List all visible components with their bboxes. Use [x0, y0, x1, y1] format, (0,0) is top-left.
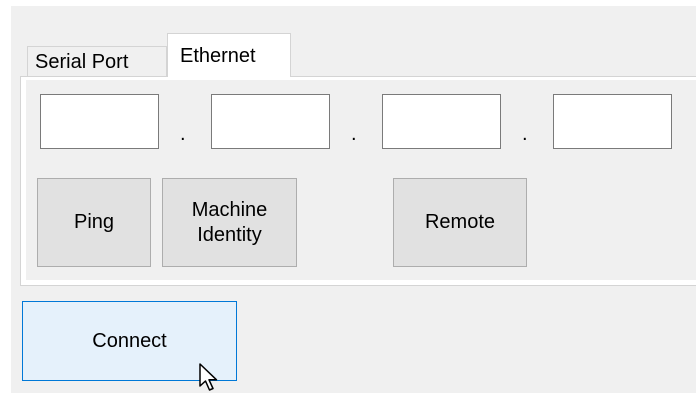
- ip-separator-dot: .: [180, 123, 186, 145]
- tab-ethernet[interactable]: Ethernet: [167, 33, 291, 77]
- remote-button[interactable]: Remote: [393, 178, 527, 267]
- ip-separator-dot: .: [522, 123, 528, 145]
- ip-separator-dot: .: [351, 123, 357, 145]
- ip-octet-2-input[interactable]: [211, 94, 330, 149]
- machine-identity-label-line1: Machine: [191, 198, 268, 221]
- connect-button-label: Connect: [92, 329, 167, 352]
- ping-button-label: Ping: [73, 211, 115, 233]
- ping-button[interactable]: Ping: [37, 178, 151, 267]
- remote-button-label: Remote: [424, 211, 496, 233]
- ip-octet-1-input[interactable]: [40, 94, 159, 149]
- ip-octet-3-input[interactable]: [382, 94, 501, 149]
- machine-identity-label-line2: Identity: [197, 223, 262, 246]
- machine-identity-button[interactable]: Machine Identity: [162, 178, 297, 267]
- ip-octet-4-input[interactable]: [553, 94, 672, 149]
- arrow-cursor-icon: [199, 363, 218, 391]
- tab-serial-port[interactable]: Serial Port: [27, 46, 167, 76]
